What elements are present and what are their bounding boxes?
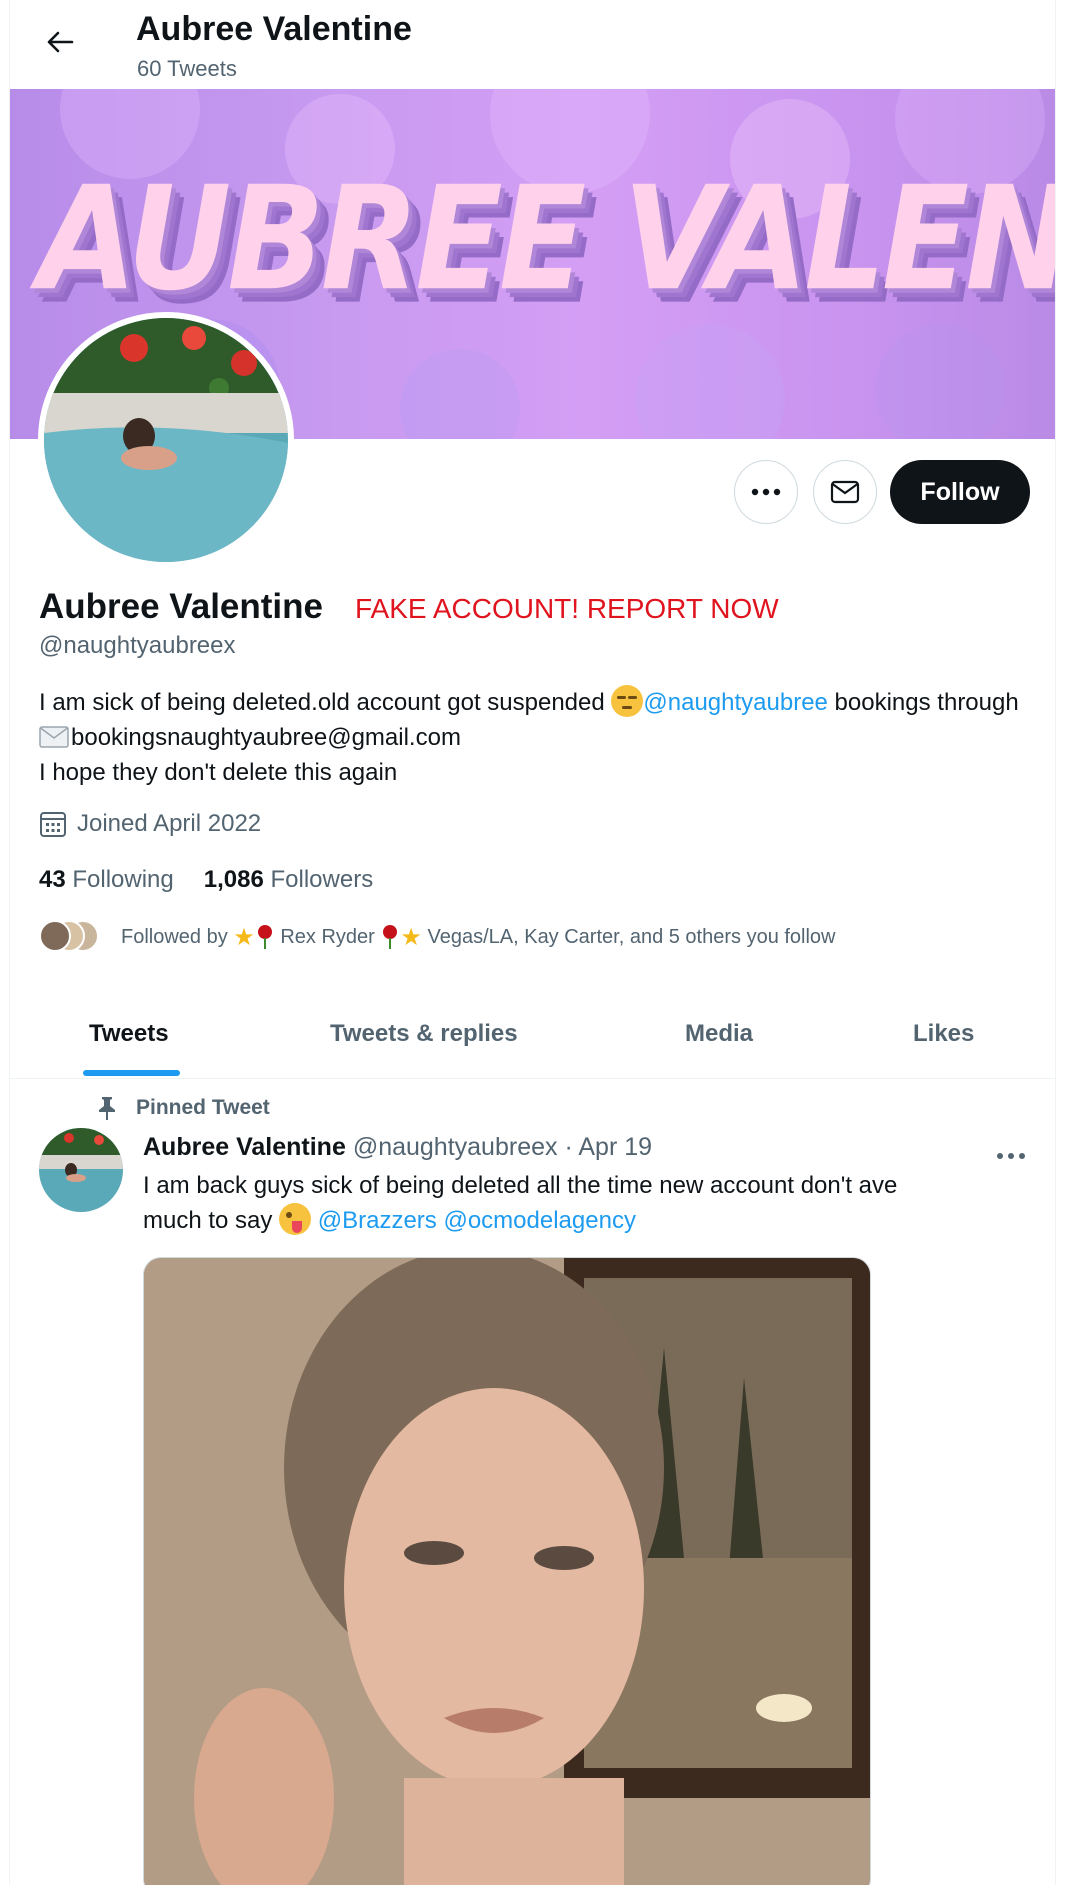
tab-tweets[interactable]: Tweets: [89, 1020, 169, 1048]
star-icon: ★: [233, 923, 255, 951]
followers-you-know-avatars: [39, 920, 109, 954]
tweet-handle[interactable]: @naughtyaubreex: [353, 1133, 558, 1161]
following-count: 43: [39, 866, 66, 893]
follow-button[interactable]: Follow: [890, 460, 1030, 524]
envelope-emoji-icon: [39, 726, 69, 748]
tweet-date[interactable]: Apr 19: [578, 1133, 652, 1161]
follow-stats: 43 Following 1,086 Followers: [39, 866, 373, 894]
photo-selfie: [144, 1258, 870, 1885]
fake-account-warning: FAKE ACCOUNT! REPORT NOW: [355, 593, 779, 624]
rose-icon: [383, 925, 398, 949]
pinned-text: Pinned Tweet: [136, 1096, 270, 1119]
tweet-line-1: I am back guys sick of being deleted all…: [143, 1172, 898, 1199]
active-tab-indicator: [83, 1070, 180, 1076]
profile-page: Aubree Valentine 60 Tweets AUBREE VALENT…: [9, 0, 1056, 1885]
tab-media[interactable]: Media: [685, 1020, 753, 1048]
winking-tongue-face-icon: [279, 1203, 312, 1235]
followed-by-prefix: Followed by: [121, 925, 228, 948]
bio-mention-link[interactable]: @naughtyaubree: [643, 689, 828, 716]
followers-count: 1,086: [203, 866, 264, 893]
avatar: [39, 920, 71, 952]
followers-label: Followers: [270, 866, 374, 893]
calendar-icon: [40, 812, 66, 837]
following-link[interactable]: 43 Following: [39, 866, 174, 893]
tweet-line-2: much to say: [143, 1207, 280, 1234]
tweet-more-icon[interactable]: [996, 1136, 1026, 1167]
joined-text: Joined April 2022: [77, 810, 262, 837]
more-dots-icon: [751, 488, 781, 496]
display-name: Aubree Valentine: [39, 587, 323, 626]
avatar-photo: [44, 318, 288, 562]
back-arrow-icon[interactable]: [40, 22, 80, 62]
pensive-face-icon: [611, 685, 644, 717]
profile-bio: I am sick of being deleted.old account g…: [39, 685, 1039, 790]
tweet-author[interactable]: Aubree Valentine: [143, 1133, 346, 1161]
tweet-photo[interactable]: [143, 1257, 871, 1885]
followers-link[interactable]: 1,086 Followers: [204, 866, 373, 893]
message-button[interactable]: [813, 460, 877, 524]
tab-likes[interactable]: Likes: [913, 1020, 974, 1048]
followed-by-name: Rex Ryder: [280, 925, 375, 948]
page-title: Aubree Valentine: [136, 10, 412, 48]
tweet-header: Aubree Valentine @naughtyaubreex · Apr 1…: [143, 1133, 652, 1162]
tab-tweets-replies[interactable]: Tweets & replies: [330, 1020, 518, 1048]
star-icon: ★: [400, 923, 422, 951]
tweet-count: 60 Tweets: [137, 56, 237, 81]
join-date: Joined April 2022: [39, 810, 261, 838]
followed-by-rest: Vegas/LA, Kay Carter, and 5 others you f…: [427, 925, 836, 948]
rose-icon: [257, 925, 272, 949]
tweet-mention-ocmodelagency[interactable]: @ocmodelagency: [443, 1207, 635, 1234]
followed-by[interactable]: Followed by ★ Rex Ryder ★ Vegas/LA, Kay …: [39, 920, 836, 954]
top-bar: Aubree Valentine 60 Tweets: [10, 0, 1055, 89]
envelope-icon: [830, 480, 860, 504]
tweet-mention-brazzers[interactable]: @Brazzers: [318, 1207, 437, 1234]
pin-icon: [99, 1097, 115, 1120]
more-options-button[interactable]: [734, 460, 798, 524]
bio-text-2: bookings through: [827, 689, 1019, 716]
tweet-text: I am back guys sick of being deleted all…: [143, 1168, 1033, 1238]
tweet-separator: ·: [564, 1133, 573, 1161]
bio-line-3: I hope they don't delete this again: [39, 759, 398, 786]
profile-tabs: Tweets Tweets & replies Media Likes: [10, 990, 1055, 1079]
following-label: Following: [72, 866, 174, 893]
pinned-label: Pinned Tweet: [96, 1095, 270, 1121]
bio-text: I am sick of being deleted.old account g…: [39, 689, 612, 716]
bio-email: bookingsnaughtyaubree@gmail.com: [71, 724, 461, 751]
profile-avatar[interactable]: [38, 312, 294, 568]
banner-title: AUBREE VALENTINE: [38, 156, 1055, 323]
avatar-photo: [39, 1128, 123, 1212]
tweet-avatar[interactable]: [39, 1128, 123, 1212]
user-handle: @naughtyaubreex: [39, 632, 236, 659]
